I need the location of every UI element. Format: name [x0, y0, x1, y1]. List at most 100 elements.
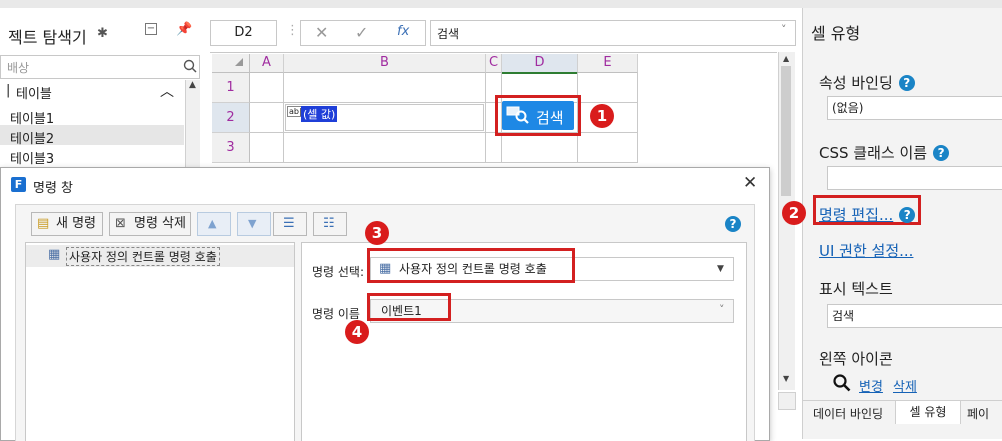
column-header-b[interactable]: B: [284, 54, 486, 73]
dialog-title: 명령 창: [33, 181, 74, 196]
properties-panel: 셀 유형 속성 바인딩? (없음) CSS 클래스 이름? 명령 편집...? …: [802, 8, 1002, 439]
tree-item-3[interactable]: 테이블3: [10, 148, 54, 167]
delete-command-icon: ⊠: [115, 216, 126, 231]
tree-root[interactable]: | 테이블 ︿: [0, 81, 184, 102]
pin-icon[interactable]: 📌: [176, 22, 192, 37]
formula-input[interactable]: 검색 ˅: [430, 20, 796, 46]
explorer-search[interactable]: 배상: [0, 55, 200, 79]
command-list: ▦ 사용자 정의 컨트롤 명령 호출: [25, 242, 295, 441]
help-icon[interactable]: ?: [725, 216, 741, 232]
column-header-d[interactable]: D: [502, 54, 578, 74]
move-down-button[interactable]: ▼: [237, 212, 271, 236]
scroll-up-icon[interactable]: ▲: [783, 54, 789, 63]
command-name-label: 명령 이름: [312, 307, 360, 321]
chevron-up-icon[interactable]: ︿: [160, 81, 174, 101]
scroll-up-icon[interactable]: ▲: [189, 80, 196, 90]
css-class-input[interactable]: [827, 166, 1002, 190]
arrow-up-icon: ▲: [208, 217, 217, 230]
function-icon[interactable]: fx: [397, 24, 409, 39]
outdent-button[interactable]: ☷: [313, 212, 347, 236]
expand-chevron-icon[interactable]: ˅: [781, 23, 787, 36]
delete-command-button[interactable]: ⊠ 명령 삭제: [109, 212, 191, 236]
css-class-label: CSS 클래스 이름?: [819, 142, 950, 163]
list-icon: ☷: [323, 216, 335, 231]
new-command-icon: ▤: [37, 216, 50, 231]
move-up-button[interactable]: ▲: [197, 212, 231, 236]
binding-select[interactable]: (없음): [827, 96, 1002, 120]
edit-command-text: 명령 편집...: [819, 206, 894, 224]
command-dialog: F 명령 창 ✕ ▤ 새 명령 ⊠ 명령 삭제 ▲ ▼ ☰ ☷ ? ▦ 사용자 …: [0, 167, 770, 441]
cell-b2-textbox[interactable]: ab| (셀 값): [285, 104, 484, 131]
close-icon[interactable]: ✕: [743, 173, 757, 193]
column-header-a[interactable]: A: [250, 54, 284, 73]
app-logo-icon: F: [11, 177, 26, 192]
tree-item-2[interactable]: 테이블2: [10, 128, 54, 147]
highlight-box-4: [367, 293, 451, 321]
panel-title: 셀 유형: [811, 24, 861, 43]
panel-tabs: 데이터 바인딩 셀 유형 페이: [803, 400, 1002, 425]
help-icon[interactable]: ?: [899, 207, 916, 223]
scroll-down-icon[interactable]: ▼: [783, 374, 789, 383]
tab-data-binding[interactable]: 데이터 바인딩: [813, 405, 883, 422]
cell-value-placeholder: (셀 값): [301, 106, 338, 122]
scrollbar-thumb[interactable]: [781, 66, 791, 196]
ui-permission-link[interactable]: UI 권한 설정...: [819, 240, 913, 261]
select-all-corner[interactable]: [212, 54, 250, 73]
css-class-label-text: CSS 클래스 이름: [819, 144, 928, 162]
gear-icon[interactable]: ✱: [97, 26, 108, 41]
row-header-2[interactable]: 2: [212, 103, 250, 133]
row-header-1[interactable]: 1: [212, 73, 250, 103]
badge-3: 3: [365, 221, 389, 245]
badge-1: 1: [590, 104, 614, 128]
cancel-icon[interactable]: ✕: [315, 23, 328, 42]
change-icon-link[interactable]: 변경: [859, 376, 883, 395]
explorer-scrollbar[interactable]: ▲: [185, 80, 200, 170]
badge-2: 2: [782, 201, 806, 225]
indent-button[interactable]: ☰: [273, 212, 307, 236]
tab-page[interactable]: 페이: [967, 405, 989, 422]
display-text-label: 표시 텍스트: [819, 280, 893, 298]
chevron-down-icon: ˅: [719, 303, 725, 316]
formula-actions: ✕ ✓ fx: [300, 20, 426, 46]
command-item-label: 사용자 정의 컨트롤 명령 호출: [66, 247, 220, 266]
confirm-icon[interactable]: ✓: [355, 23, 368, 42]
column-header-e[interactable]: E: [578, 54, 638, 73]
formula-value: 검색: [437, 27, 460, 41]
tree-root-label: 테이블: [16, 87, 52, 102]
command-item-icon: ▦: [48, 247, 61, 262]
help-icon[interactable]: ?: [898, 75, 915, 91]
search-input[interactable]: 배상: [7, 59, 29, 76]
delete-icon-link[interactable]: 삭제: [893, 376, 917, 395]
explorer-title: 젝트 탐색기: [8, 28, 87, 47]
dropdown-arrow-icon: ▼: [717, 264, 724, 274]
grid-line: [637, 73, 638, 163]
corner-triangle: [235, 58, 243, 66]
command-list-item[interactable]: ▦ 사용자 정의 컨트롤 명령 호출: [26, 245, 294, 267]
formula-separator: ⋮: [286, 23, 299, 38]
search-button[interactable]: 검색: [502, 101, 574, 130]
top-edge: [0, 0, 1002, 8]
display-text-input[interactable]: 검색: [827, 304, 1002, 328]
grid-line: [283, 73, 284, 163]
help-icon[interactable]: ?: [933, 145, 950, 161]
edit-command-link[interactable]: 명령 편집...?: [819, 204, 916, 225]
search-button-label: 검색: [536, 109, 564, 127]
column-header-c[interactable]: C: [486, 54, 502, 73]
search-icon[interactable]: [183, 59, 197, 73]
tab-cell-type[interactable]: 셀 유형: [895, 401, 961, 424]
tree-root-marker: |: [6, 83, 11, 98]
magnifier-icon: [833, 374, 851, 392]
new-command-button[interactable]: ▤ 새 명령: [31, 212, 103, 236]
cell-reference-box[interactable]: D2: [210, 20, 277, 46]
new-command-label: 새 명령: [56, 216, 97, 231]
command-select-label: 명령 선택:: [312, 265, 365, 279]
indent-icon: ☰: [283, 216, 295, 231]
arrow-down-icon: ▼: [248, 217, 257, 230]
binding-label-text: 속성 바인딩: [819, 74, 893, 92]
row-header-3[interactable]: 3: [212, 133, 250, 163]
collapse-icon[interactable]: −: [145, 23, 157, 35]
badge-4: 4: [345, 320, 369, 344]
delete-command-label: 명령 삭제: [134, 216, 186, 231]
highlight-box-3: [367, 248, 575, 283]
grid-line: [250, 162, 637, 163]
